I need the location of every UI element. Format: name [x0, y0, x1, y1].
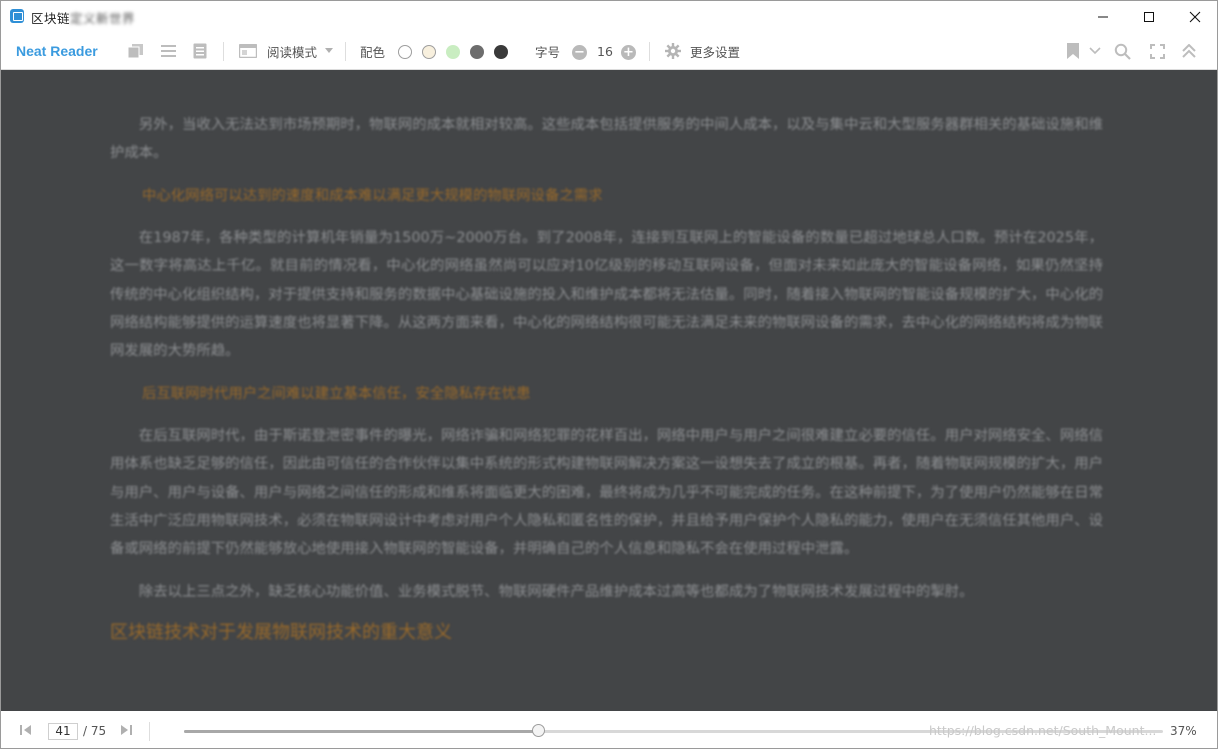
notes-icon[interactable] [193, 43, 207, 59]
last-page-icon[interactable] [119, 722, 135, 738]
fullscreen-icon[interactable] [1150, 44, 1165, 59]
chevron-down-icon [325, 48, 334, 53]
total-pages: / 75 [83, 724, 107, 738]
reading-mode-dropdown[interactable]: 阅读模式 [239, 33, 334, 69]
color-swatch-gray[interactable] [470, 45, 484, 59]
section-subheading: 中心化网络可以达到的速度和成本难以满足更大规模的物联网设备之需求 [142, 187, 603, 204]
progress-fill [184, 730, 539, 733]
window-title: 区块链定义新世界 [31, 8, 135, 27]
font-size-value: 16 [597, 43, 613, 59]
paragraph: 在后互联网时代，由于斯诺登泄密事件的曝光，网络诈骗和网络犯罪的花样百出，网络中用… [110, 427, 1103, 558]
table-of-contents-icon[interactable] [161, 44, 176, 58]
bottom-bar: 41 / 75 https://blog.csdn.net/South_Moun… [1, 711, 1217, 748]
book-content: 另外，当收入无法达到市场预期时，物联网的成本就相对较高。这些成本包括提供服务的中… [110, 111, 1103, 648]
paragraph: 另外，当收入无法达到市场预期时，物联网的成本就相对较高。这些成本包括提供服务的中… [110, 117, 1103, 162]
reading-mode-label: 阅读模式 [267, 44, 318, 60]
color-swatch-sepia[interactable] [422, 45, 436, 59]
font-size-decrease-button[interactable]: − [572, 45, 587, 60]
current-page-input[interactable]: 41 [48, 723, 78, 740]
paragraph: 除去以上三点之外，缺乏核心功能价值、业务模式脱节、物联网硬件产品维护成本过高等也… [138, 583, 974, 600]
close-button[interactable] [1172, 1, 1217, 32]
window-title-rest: 定义新世界 [70, 11, 136, 26]
section-subheading: 后互联网时代用户之间难以建立基本信任，安全隐私存在忧患 [142, 385, 531, 402]
progress-percent: 37% [1170, 724, 1197, 738]
search-icon[interactable] [1114, 43, 1131, 60]
color-swatch-green[interactable] [446, 45, 460, 59]
progress-slider-handle[interactable] [531, 724, 545, 737]
chapter-heading: 区块链技术对于发展物联网技术的重大意义 [110, 622, 452, 644]
watermark-text: https://blog.csdn.net/South_Mount... [929, 723, 1157, 738]
reading-mode-icon [239, 44, 257, 58]
toolbar: Neat Reader 阅读模式 配色 字号 − 16 + 更多设置 [1, 33, 1217, 70]
app-logo-icon [10, 9, 24, 23]
bookmark-dropdown-icon[interactable] [1089, 47, 1101, 55]
toolbar-divider [223, 42, 224, 61]
bottom-divider [149, 722, 150, 741]
font-size-label: 字号 [535, 44, 561, 60]
collapse-toolbar-icon[interactable] [1182, 44, 1196, 58]
close-icon [1189, 11, 1201, 22]
maximize-icon [1144, 11, 1154, 22]
library-icon[interactable] [127, 43, 144, 59]
paragraph: 在1987年，各种类型的计算机年销量为1500万~2000万台。到了2008年，… [110, 229, 1103, 360]
title-bar: 区块链定义新世界 [1, 1, 1217, 32]
bookmark-icon[interactable] [1066, 43, 1080, 59]
more-settings-label: 更多设置 [690, 44, 741, 60]
color-swatch-dark[interactable] [494, 45, 508, 59]
brand-label[interactable]: Neat Reader [16, 43, 98, 59]
more-settings-button[interactable]: 更多设置 [665, 33, 740, 69]
first-page-icon[interactable] [19, 722, 35, 738]
minimize-button[interactable] [1080, 1, 1126, 32]
maximize-button[interactable] [1126, 1, 1172, 32]
gear-icon [665, 43, 681, 59]
toolbar-divider [345, 42, 346, 61]
color-scheme-label: 配色 [360, 44, 386, 60]
app-window: 区块链定义新世界 Neat Reader 阅读模式 配色 字号 − 16 + 更… [0, 0, 1218, 749]
minimize-icon [1098, 16, 1108, 17]
toolbar-divider [649, 42, 650, 61]
color-swatch-white[interactable] [398, 45, 412, 59]
window-title-prefix: 区块链 [31, 11, 71, 26]
font-size-increase-button[interactable]: + [621, 45, 636, 60]
reading-area[interactable]: 另外，当收入无法达到市场预期时，物联网的成本就相对较高。这些成本包括提供服务的中… [1, 70, 1217, 711]
